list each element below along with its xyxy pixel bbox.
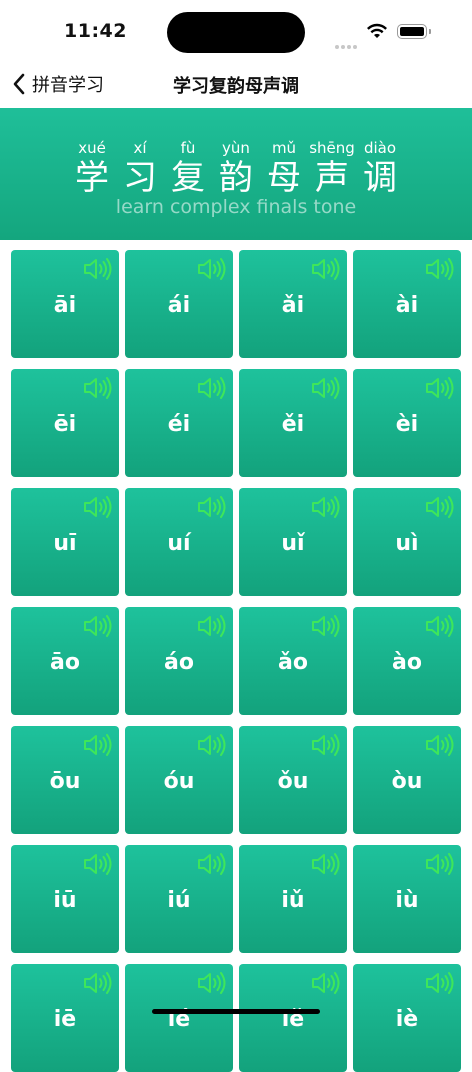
final-card[interactable]: ōu <box>11 726 119 834</box>
final-card[interactable]: ǎi <box>239 250 347 358</box>
final-label: iè <box>395 1006 419 1032</box>
banner-subtitle: learn complex finals tone <box>115 196 357 218</box>
final-card[interactable]: èi <box>353 369 461 477</box>
banner-character: xué 学 <box>68 138 116 198</box>
final-card[interactable]: iè <box>353 964 461 1072</box>
final-card[interactable]: ēi <box>11 369 119 477</box>
final-label: uī <box>53 530 77 556</box>
final-card[interactable]: éi <box>125 369 233 477</box>
battery-icon <box>397 24 427 39</box>
final-card[interactable]: iū <box>11 845 119 953</box>
final-card[interactable]: òu <box>353 726 461 834</box>
final-card[interactable]: iǔ <box>239 845 347 953</box>
final-label: iū <box>53 887 77 913</box>
final-card[interactable]: óu <box>125 726 233 834</box>
banner-hanzi: 学 <box>75 158 109 198</box>
home-indicator[interactable] <box>152 1009 320 1014</box>
final-label: ái <box>167 292 191 318</box>
banner-hanzi: 声 <box>315 158 349 198</box>
final-label: ié <box>167 1006 191 1032</box>
banner-pinyin: xí <box>133 139 147 157</box>
banner-title: xué 学 xí 习 fù 复 yùn 韵 mǔ 母 shēng 声 diào 调 <box>0 138 472 198</box>
final-label: ěi <box>281 411 305 437</box>
final-label: iě <box>281 1006 305 1032</box>
final-label: ēi <box>53 411 77 437</box>
final-card[interactable]: iě <box>239 964 347 1072</box>
banner-character: xí 习 <box>116 138 164 198</box>
final-label: ào <box>392 649 422 675</box>
banner-hanzi: 复 <box>171 158 205 198</box>
final-card[interactable]: āi <box>11 250 119 358</box>
final-label: uí <box>167 530 191 556</box>
final-card[interactable]: uǐ <box>239 488 347 596</box>
final-label: uì <box>395 530 419 556</box>
banner-character: fù 复 <box>164 138 212 198</box>
final-card[interactable]: iē <box>11 964 119 1072</box>
dynamic-island <box>167 12 305 53</box>
final-card[interactable]: iù <box>353 845 461 953</box>
banner-pinyin: fù <box>180 139 196 157</box>
banner-pinyin: diào <box>363 139 397 157</box>
final-label: āo <box>50 649 80 675</box>
final-card[interactable]: uī <box>11 488 119 596</box>
banner-character: mǔ 母 <box>260 138 308 198</box>
final-card[interactable]: ěi <box>239 369 347 477</box>
final-label: ōu <box>49 768 81 794</box>
wifi-icon <box>367 23 387 38</box>
banner-pinyin: xué <box>78 139 106 157</box>
final-label: ǎi <box>281 292 305 318</box>
final-label: uǐ <box>281 530 305 556</box>
final-label: éi <box>167 411 191 437</box>
final-card[interactable]: iú <box>125 845 233 953</box>
final-card[interactable]: uì <box>353 488 461 596</box>
final-label: ài <box>395 292 419 318</box>
final-card[interactable]: āo <box>11 607 119 715</box>
final-label: èi <box>395 411 419 437</box>
final-card[interactable]: ǎo <box>239 607 347 715</box>
banner-pinyin: shēng <box>309 139 355 157</box>
banner-hanzi: 母 <box>267 158 301 198</box>
final-card[interactable]: ǒu <box>239 726 347 834</box>
final-label: āi <box>53 292 77 318</box>
final-card[interactable]: áo <box>125 607 233 715</box>
banner-character: shēng 声 <box>308 138 356 198</box>
final-label: òu <box>391 768 423 794</box>
header-banner: xué 学 xí 习 fù 复 yùn 韵 mǔ 母 shēng 声 diào 调 learn compl… <box>0 108 472 240</box>
banner-character: yùn 韵 <box>212 138 260 198</box>
final-label: ǎo <box>278 649 308 675</box>
final-card[interactable]: ài <box>353 250 461 358</box>
final-card[interactable]: ào <box>353 607 461 715</box>
status-bar: 11:42 <box>0 0 472 62</box>
finals-grid: āi ái ǎi ài ēi éi ěi èi uī uí uǐ uì āo áo ǎo ào ōu óu ǒu òu… <box>11 250 461 1072</box>
final-label: iǔ <box>281 887 305 913</box>
final-label: iē <box>53 1006 77 1032</box>
page-title: 学习复韵母声调 <box>173 76 299 97</box>
final-label: iú <box>167 887 191 913</box>
final-label: ǒu <box>277 768 309 794</box>
final-card[interactable]: ié <box>125 964 233 1072</box>
battery-tip <box>429 29 431 34</box>
banner-hanzi: 调 <box>363 158 397 198</box>
final-label: iù <box>395 887 419 913</box>
final-label: óu <box>163 768 195 794</box>
final-card[interactable]: ái <box>125 250 233 358</box>
banner-character: diào 调 <box>356 138 404 198</box>
banner-hanzi: 韵 <box>219 158 253 198</box>
final-label: áo <box>164 649 194 675</box>
final-card[interactable]: uí <box>125 488 233 596</box>
banner-pinyin: yùn <box>222 139 250 157</box>
banner-pinyin: mǔ <box>271 139 297 157</box>
cellular-signal-icon <box>335 34 359 53</box>
navigation-bar: 拼音学习 学习复韵母声调 <box>0 62 472 108</box>
status-time: 11:42 <box>64 20 127 42</box>
banner-hanzi: 习 <box>123 158 157 198</box>
